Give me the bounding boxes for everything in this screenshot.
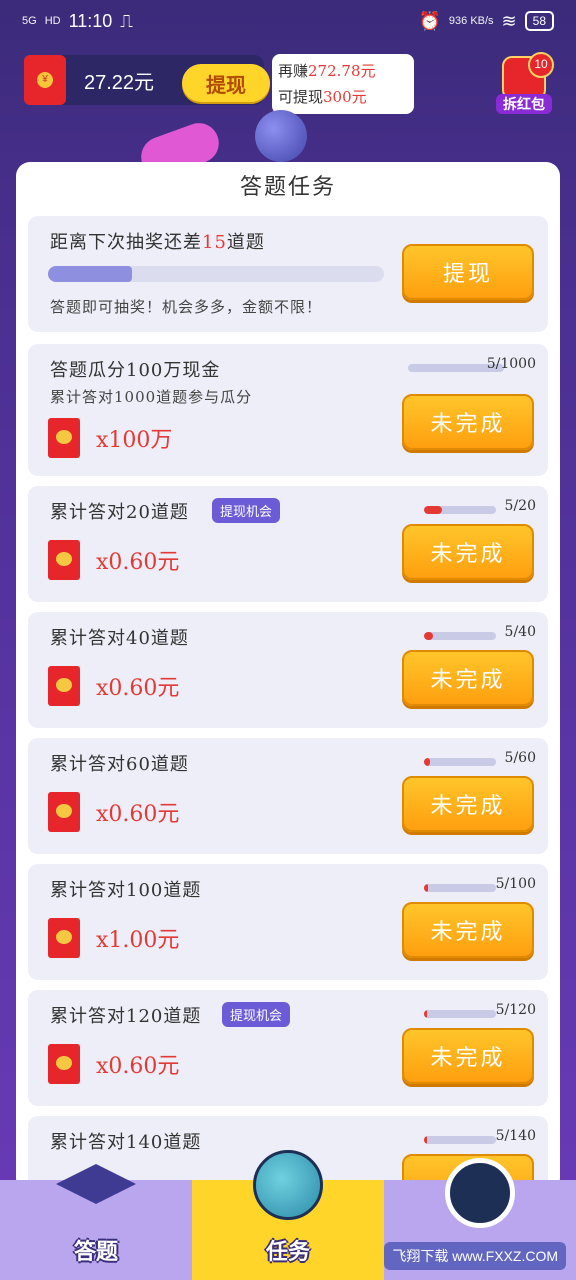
task-title: 累计答对40道题	[50, 628, 189, 649]
task-title: 累计答对60道题	[50, 754, 189, 775]
task-item: 累计答对100道题 5/100 x1.00元 未完成	[28, 864, 548, 980]
red-envelope-icon	[48, 540, 80, 580]
task-progress-fill	[408, 364, 411, 372]
lottery-sub: 答题即可抽奖！机会多多，金额不限！	[50, 298, 323, 316]
usb-icon: ⎍	[120, 10, 133, 31]
withdraw-chance-badge: 提现机会	[222, 1002, 291, 1027]
decor-planet-icon	[255, 110, 307, 162]
nav-tab-tasks[interactable]: 任务	[192, 1150, 384, 1280]
lottery-withdraw-button[interactable]: 提现	[402, 244, 534, 300]
lottery-task: 距离下次抽奖还差15道题 答题即可抽奖！机会多多，金额不限！ 提现	[28, 216, 548, 332]
task-progress-text: 5/140	[495, 1128, 536, 1144]
wifi-icon: ≋	[501, 10, 517, 31]
nav-tab-answer-label: 答题	[73, 1239, 118, 1264]
task-card: 答题任务 距离下次抽奖还差15道题 答题即可抽奖！机会多多，金额不限！ 提现 答…	[16, 162, 560, 1192]
withdraw-button[interactable]: 提现	[182, 64, 270, 102]
open-red-packet-button[interactable]: 10 拆红包	[496, 52, 554, 118]
task-item: 累计答对20道题 提现机会 5/20 x0.60元 未完成	[28, 486, 548, 602]
hd-indicator: HD	[44, 15, 61, 27]
red-packet-badge: 10	[528, 52, 554, 78]
task-status-button[interactable]: 未完成	[402, 524, 534, 580]
withdraw-chance-badge: 提现机会	[212, 498, 281, 523]
withdraw-tip: 再赚272.78元 可提现300元	[272, 54, 414, 114]
astronaut-icon	[445, 1158, 515, 1228]
task-progress-fill	[424, 758, 430, 766]
task-status-button[interactable]: 未完成	[402, 394, 534, 450]
task-status-button[interactable]: 未完成	[402, 776, 534, 832]
task-title: 累计答对140道题	[50, 1132, 202, 1153]
tip-line2-amount: 300元	[323, 88, 367, 106]
red-envelope-icon: ¥	[24, 55, 66, 105]
nav-tab-answer[interactable]: 答题	[0, 1164, 192, 1280]
red-packet-label: 拆红包	[496, 94, 552, 114]
task-sub: 累计答对1000道题参与瓜分	[50, 388, 253, 406]
task-title: 答题瓜分100万现金	[50, 360, 221, 381]
lottery-progress-fill	[48, 266, 132, 282]
task-item: 累计答对40道题 5/40 x0.60元 未完成	[28, 612, 548, 728]
task-item: 累计答对60道题 5/60 x0.60元 未完成	[28, 738, 548, 854]
task-progress-fill	[424, 1010, 428, 1018]
task-title: 累计答对100道题	[50, 880, 202, 901]
task-progress-bar	[424, 884, 496, 892]
task-progress-text: 5/1000	[486, 356, 536, 372]
task-progress-text: 5/60	[504, 750, 536, 766]
task-progress-text: 5/120	[495, 1002, 536, 1018]
task-progress-fill	[424, 506, 442, 514]
watermark: 飞翔下载 www.FXXZ.COM	[384, 1242, 566, 1270]
task-reward: x0.60元	[96, 550, 180, 575]
task-status-button[interactable]: 未完成	[402, 650, 534, 706]
lottery-progress-bar	[48, 266, 384, 282]
task-title: 累计答对20道题	[50, 502, 189, 523]
task-progress-bar	[424, 506, 496, 514]
task-status-button[interactable]: 未完成	[402, 902, 534, 958]
planet-icon	[253, 1150, 323, 1220]
balance-amount: 27.22元	[84, 71, 155, 94]
lottery-count: 15	[202, 232, 227, 253]
battery-indicator: 58	[524, 11, 554, 31]
tip-line1-amount: 272.78元	[308, 62, 376, 80]
clock: 11:10	[68, 10, 113, 31]
task-reward: x0.60元	[96, 1054, 180, 1079]
task-item: 累计答对120道题 提现机会 5/120 x0.60元 未完成	[28, 990, 548, 1106]
task-progress-fill	[424, 632, 433, 640]
task-progress-text: 5/100	[495, 876, 536, 892]
task-progress-text: 5/40	[504, 624, 536, 640]
card-title: 答题任务	[239, 175, 336, 200]
task-progress-bar	[424, 1010, 496, 1018]
task-progress-bar	[424, 632, 496, 640]
nav-tab-tasks-label: 任务	[265, 1239, 310, 1264]
task-progress-fill	[424, 884, 428, 892]
status-bar: 5G HD 11:10 ⎍ ⏰ 936 KB/s ≋ 58	[0, 0, 576, 42]
lottery-title: 距离下次抽奖还差15道题	[50, 232, 265, 253]
task-progress-bar	[424, 1136, 496, 1144]
bottom-nav: 答题 任务 飞翔下载 www.FXXZ.COM	[0, 1150, 576, 1280]
task-reward: x1.00元	[96, 928, 180, 953]
red-envelope-icon	[48, 666, 80, 706]
task-status-button[interactable]: 未完成	[402, 1028, 534, 1084]
task-title: 累计答对120道题	[50, 1006, 202, 1027]
task-reward: x0.60元	[96, 802, 180, 827]
task-progress-bar	[424, 758, 496, 766]
task-item: 答题瓜分100万现金累计答对1000道题参与瓜分 5/1000 x100万 未完成	[28, 344, 548, 476]
task-progress-text: 5/20	[504, 498, 536, 514]
task-reward: x100万	[96, 428, 173, 453]
red-envelope-icon	[48, 1044, 80, 1084]
task-reward: x0.60元	[96, 676, 180, 701]
task-progress-fill	[424, 1136, 427, 1144]
tip-line2-prefix: 可提现	[278, 88, 324, 106]
network-indicator: 5G	[22, 15, 37, 27]
net-speed: 936 KB/s	[448, 15, 494, 27]
tip-line1-prefix: 再赚	[278, 62, 309, 80]
red-envelope-icon	[48, 918, 80, 958]
alarm-icon: ⏰	[418, 10, 441, 31]
red-envelope-icon	[48, 418, 80, 458]
red-envelope-icon	[48, 792, 80, 832]
